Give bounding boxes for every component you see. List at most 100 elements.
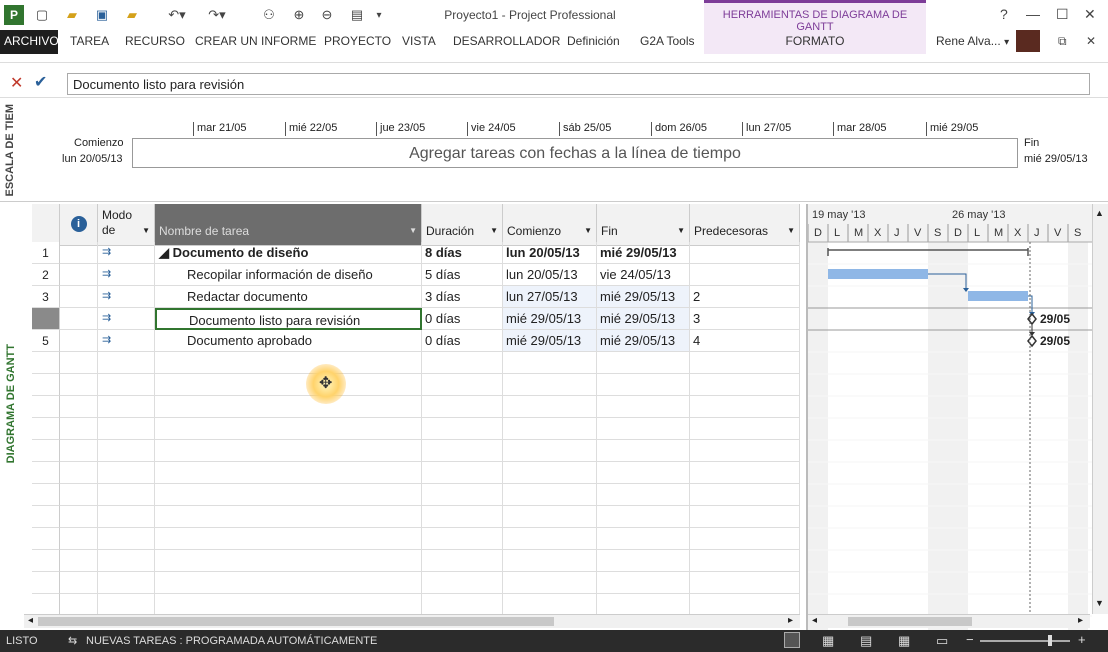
- zoom-slider[interactable]: [980, 640, 1070, 642]
- customize-qat-icon[interactable]: ▾: [372, 4, 386, 26]
- task-cell-finish[interactable]: [597, 594, 690, 616]
- task-cell-duration[interactable]: [422, 572, 503, 594]
- task-cell-start[interactable]: [503, 572, 597, 594]
- column-dropdown-icon[interactable]: ▼: [490, 226, 498, 235]
- task-cell-start[interactable]: lun 27/05/13: [503, 286, 597, 308]
- row-header[interactable]: 5: [32, 330, 60, 352]
- folder-icon[interactable]: ▰: [122, 4, 142, 26]
- task-cell-finish[interactable]: [597, 440, 690, 462]
- team-icon[interactable]: ⚇: [258, 4, 280, 26]
- task-cell-start[interactable]: [503, 484, 597, 506]
- task-cell-start[interactable]: [503, 594, 597, 616]
- team-planner-icon[interactable]: ▤: [860, 633, 872, 649]
- task-usage-icon[interactable]: ▦: [822, 633, 834, 649]
- scroll-left-icon[interactable]: ◂: [28, 615, 33, 626]
- task-cell-start[interactable]: mié 29/05/13: [503, 308, 597, 330]
- task-cell-info[interactable]: [60, 330, 98, 352]
- task-cell-mode[interactable]: ⇉: [98, 308, 155, 330]
- task-cell-finish[interactable]: [597, 484, 690, 506]
- save-icon[interactable]: ▣: [92, 4, 112, 26]
- task-cell-info[interactable]: [60, 374, 98, 396]
- task-cell-name[interactable]: [155, 572, 422, 594]
- task-cell-start[interactable]: [503, 528, 597, 550]
- table-horizontal-scrollbar[interactable]: ◂ ▸: [24, 614, 800, 628]
- task-cell-info[interactable]: [60, 484, 98, 506]
- task-cell-pred[interactable]: [690, 374, 800, 396]
- undo-icon[interactable]: ↶▾: [164, 4, 190, 26]
- task-cell-name[interactable]: ◢ Documento de diseño: [155, 242, 422, 264]
- task-cell-name[interactable]: Documento listo para revisión: [155, 308, 422, 330]
- task-cell-finish[interactable]: [597, 374, 690, 396]
- column-dropdown-icon[interactable]: ▼: [787, 226, 795, 235]
- column-dropdown-icon[interactable]: ▼: [584, 226, 592, 235]
- tab-definicion[interactable]: Definición: [567, 34, 620, 48]
- task-cell-start[interactable]: [503, 374, 597, 396]
- close-icon[interactable]: ✕: [1084, 6, 1096, 23]
- task-cell-duration[interactable]: [422, 440, 503, 462]
- task-cell-name[interactable]: Documento aprobado: [155, 330, 422, 352]
- task-cell-finish[interactable]: [597, 396, 690, 418]
- open-folder-icon[interactable]: ▰: [62, 4, 82, 26]
- task-cell-finish[interactable]: [597, 462, 690, 484]
- task-cell-start[interactable]: [503, 550, 597, 572]
- tab-archivo[interactable]: ARCHIVO: [0, 30, 59, 54]
- task-cell-duration[interactable]: [422, 418, 503, 440]
- help-icon[interactable]: ?: [1000, 6, 1008, 22]
- task-cell-start[interactable]: [503, 440, 597, 462]
- task-cell-mode[interactable]: [98, 550, 155, 572]
- tab-crear-informe[interactable]: CREAR UN INFORME: [195, 34, 316, 48]
- predecessors-column-header[interactable]: Predecesoras ▼: [690, 204, 800, 246]
- task-cell-pred[interactable]: [690, 550, 800, 572]
- row-header[interactable]: [32, 352, 60, 374]
- maximize-icon[interactable]: ☐: [1056, 6, 1069, 23]
- task-cell-pred[interactable]: [690, 440, 800, 462]
- row-header[interactable]: 4: [32, 308, 60, 330]
- task-cell-name[interactable]: [155, 440, 422, 462]
- task-cell-info[interactable]: [60, 308, 98, 330]
- task-cell-mode[interactable]: [98, 594, 155, 616]
- task-cell-finish[interactable]: mié 29/05/13: [597, 308, 690, 330]
- task-cell-pred[interactable]: [690, 528, 800, 550]
- scroll-right-icon[interactable]: ▸: [1078, 615, 1083, 626]
- task-cell-start[interactable]: mié 29/05/13: [503, 330, 597, 352]
- task-cell-info[interactable]: [60, 242, 98, 264]
- task-cell-finish[interactable]: [597, 418, 690, 440]
- scroll-right-icon[interactable]: ▸: [788, 615, 793, 626]
- row-header[interactable]: 3: [32, 286, 60, 308]
- row-header[interactable]: 2: [32, 264, 60, 286]
- task-cell-duration[interactable]: [422, 594, 503, 616]
- entry-input[interactable]: Documento listo para revisión: [67, 73, 1090, 95]
- row-header[interactable]: [32, 550, 60, 572]
- task-cell-mode[interactable]: ⇉: [98, 286, 155, 308]
- task-cell-pred[interactable]: [690, 462, 800, 484]
- scroll-left-icon[interactable]: ◂: [812, 615, 817, 626]
- column-dropdown-icon[interactable]: ▼: [142, 226, 150, 235]
- task-cell-mode[interactable]: ⇉: [98, 330, 155, 352]
- task-cell-name[interactable]: [155, 396, 422, 418]
- row-header[interactable]: [32, 572, 60, 594]
- task-cell-pred[interactable]: [690, 396, 800, 418]
- task-cell-pred[interactable]: 3: [690, 308, 800, 330]
- timeline-bar[interactable]: Agregar tareas con fechas a la línea de …: [132, 138, 1018, 168]
- task-cell-finish[interactable]: [597, 352, 690, 374]
- task-cell-info[interactable]: [60, 440, 98, 462]
- task-cell-finish[interactable]: [597, 550, 690, 572]
- task-cell-duration[interactable]: [422, 396, 503, 418]
- task-cell-info[interactable]: [60, 352, 98, 374]
- column-dropdown-icon[interactable]: ▼: [409, 226, 417, 235]
- scroll-down-icon[interactable]: ▼: [1095, 598, 1104, 608]
- task-cell-start[interactable]: lun 20/05/13: [503, 242, 597, 264]
- task-cell-mode[interactable]: [98, 352, 155, 374]
- task-cell-info[interactable]: [60, 286, 98, 308]
- row-header[interactable]: [32, 374, 60, 396]
- task-cell-info[interactable]: [60, 264, 98, 286]
- confirm-entry-icon[interactable]: ✔: [34, 72, 47, 92]
- task-cell-info[interactable]: [60, 506, 98, 528]
- cancel-entry-icon[interactable]: ✕: [10, 73, 23, 93]
- task-cell-pred[interactable]: 2: [690, 286, 800, 308]
- info-column-header[interactable]: i: [60, 204, 98, 246]
- status-task-mode[interactable]: NUEVAS TAREAS : PROGRAMADA AUTOMÁTICAMEN…: [86, 635, 377, 647]
- row-header[interactable]: [32, 594, 60, 616]
- task-cell-duration[interactable]: [422, 462, 503, 484]
- row-header[interactable]: [32, 506, 60, 528]
